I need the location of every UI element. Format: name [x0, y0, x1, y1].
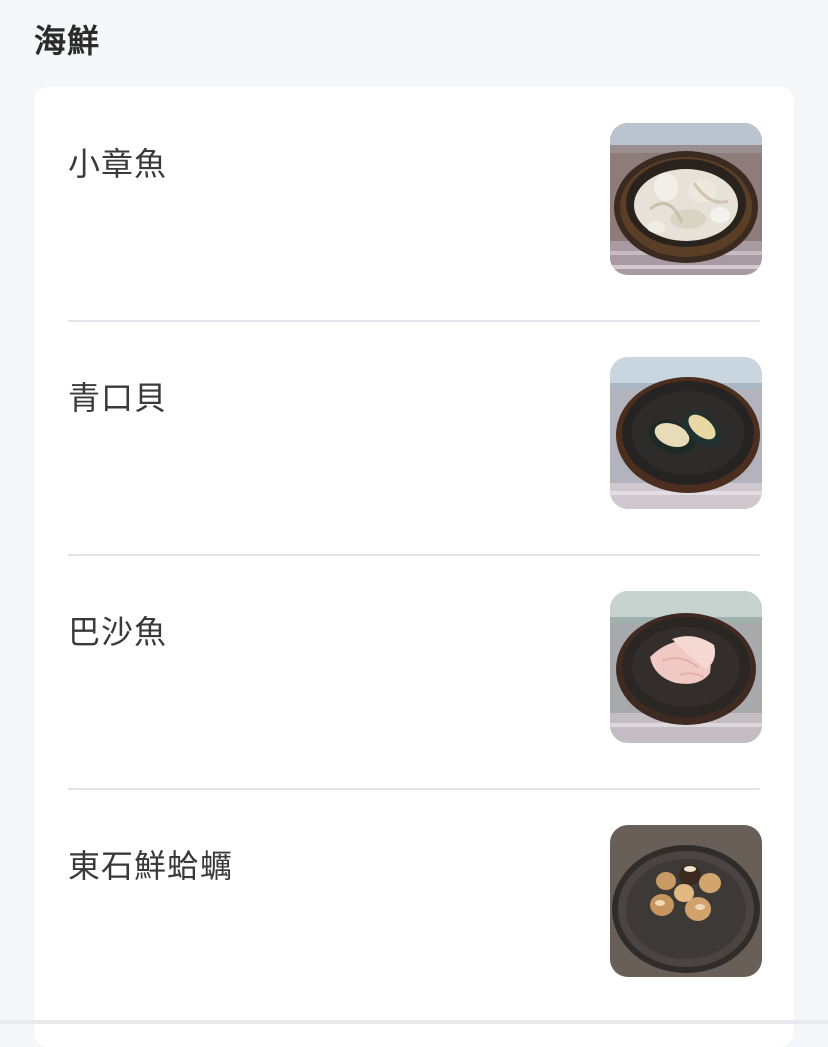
item-name: 巴沙魚 — [68, 613, 168, 651]
menu-item-baby-octopus[interactable]: 小章魚 — [68, 87, 762, 322]
menu-card: 小章魚 青口貝 巴沙魚 東石鮮蛤蠣 — [34, 87, 794, 1047]
menu-item-clams[interactable]: 東石鮮蛤蠣 — [68, 789, 762, 1023]
baby-octopus-photo-icon[interactable] — [610, 123, 762, 275]
item-name: 青口貝 — [68, 379, 168, 417]
menu-item-basa-fish[interactable]: 巴沙魚 — [68, 555, 762, 790]
item-name: 小章魚 — [68, 145, 168, 183]
basa-fish-photo-icon[interactable] — [610, 591, 762, 743]
mussels-photo-icon[interactable] — [610, 357, 762, 509]
section-title: 海鮮 — [34, 22, 101, 60]
menu-item-mussels[interactable]: 青口貝 — [68, 321, 762, 556]
bottom-edge — [0, 1020, 828, 1024]
clams-photo-icon[interactable] — [610, 825, 762, 977]
item-name: 東石鮮蛤蠣 — [68, 847, 234, 885]
